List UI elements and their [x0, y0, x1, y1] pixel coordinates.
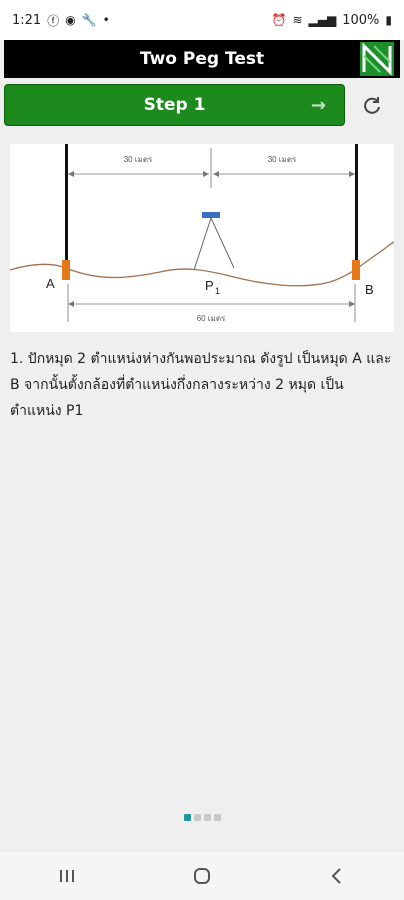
status-bar: 1:21 ⓕ ◉ 🔧 • ⏰ ≋ ▂▄▆ 100% ▮: [0, 0, 404, 40]
battery-percent: 100%: [342, 12, 380, 28]
refresh-icon: [364, 97, 380, 114]
instruction-text: 1. ปักหมุด 2 ตำแหน่งห่างกันพอประมาณ ดังร…: [10, 351, 392, 419]
recents-button[interactable]: [47, 856, 87, 896]
recents-icon: [60, 870, 75, 882]
arrow-right-icon: →: [310, 95, 326, 116]
dim-total-label: 60 เมตร: [197, 314, 226, 323]
app-bar: Two Peg Test: [4, 40, 400, 78]
back-button[interactable]: [317, 856, 357, 896]
notification-dot-icon: •: [102, 13, 110, 27]
home-icon: [193, 868, 210, 884]
back-icon: [331, 868, 341, 884]
label-p-sub: 1: [215, 286, 220, 296]
wrench-icon: 🔧: [81, 13, 97, 27]
pager-dot[interactable]: [193, 814, 201, 821]
pager-dots: [0, 814, 404, 821]
battery-icon: ▮: [385, 13, 392, 27]
staff-a: [65, 144, 68, 262]
two-peg-diagram: 30 เมตร 30 เมตร 60 เมตร A B P 1: [9, 144, 395, 332]
peg-a: [62, 260, 70, 280]
status-time: 1:21: [12, 12, 42, 28]
label-b: B: [365, 282, 374, 297]
refresh-button[interactable]: [358, 92, 386, 120]
staff-b: [355, 144, 358, 262]
peg-b: [352, 260, 360, 280]
diagram-svg: 30 เมตร 30 เมตร 60 เมตร A B P 1: [9, 144, 395, 323]
label-a: A: [46, 276, 55, 291]
home-button[interactable]: [182, 856, 222, 896]
app-title: Two Peg Test: [139, 49, 265, 69]
facebook-icon: ⓕ: [47, 13, 60, 28]
level-instrument: [202, 212, 220, 218]
dim-left-label: 30 เมตร: [124, 155, 153, 164]
status-left: 1:21 ⓕ ◉ 🔧 •: [12, 12, 110, 29]
status-right: ⏰ ≋ ▂▄▆ 100% ▮: [272, 13, 392, 28]
signal-icon: ▂▄▆: [308, 13, 337, 27]
system-nav-bar: [0, 852, 404, 900]
step-bar: Step 1 →: [4, 84, 400, 130]
label-p: P: [205, 278, 214, 293]
dim-right-label: 30 เมตร: [268, 155, 297, 164]
pager-dot[interactable]: [203, 814, 211, 821]
app-logo-icon: [360, 42, 394, 76]
alarm-icon: ⏰: [271, 13, 287, 27]
step-button[interactable]: Step 1 →: [4, 84, 345, 126]
line-icon: ◉: [65, 13, 76, 27]
wifi-icon: ≋: [292, 13, 303, 27]
pager-dot-active[interactable]: [183, 814, 191, 821]
pager-dot[interactable]: [213, 814, 221, 821]
step-label: Step 1: [143, 95, 206, 115]
